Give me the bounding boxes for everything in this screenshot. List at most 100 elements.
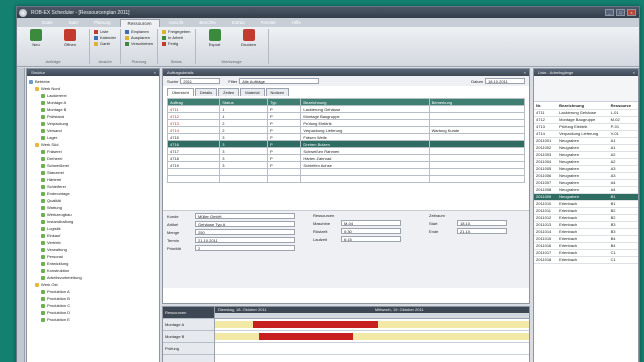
detail-tab[interactable]: Details bbox=[194, 88, 218, 96]
list-row[interactable]: 2011016 Erlenbach B4 bbox=[534, 242, 638, 250]
tab-hilfe[interactable]: Hilfe bbox=[285, 19, 308, 27]
tree-item[interactable]: Logistik bbox=[29, 225, 157, 232]
tree-item[interactable]: Werkzeugbau bbox=[29, 211, 157, 218]
table-row[interactable]: 4711 1 P Lackierung Gehäuse bbox=[166, 105, 526, 113]
tree-item[interactable]: Montage A bbox=[29, 99, 157, 106]
filter-select[interactable]: Alle Aufträge bbox=[239, 78, 320, 84]
table-row[interactable]: 4713 2 P Prüfung Elektrik bbox=[166, 119, 526, 127]
table-row[interactable]: 4712 1 P Montage Baugruppe bbox=[166, 112, 526, 120]
maximize-button[interactable]: □ bbox=[616, 9, 625, 16]
list-row[interactable]: 2011018 Erlenbach C1 bbox=[534, 256, 638, 264]
table-row[interactable]: 4719 3 P Schleifen Achse bbox=[166, 161, 526, 169]
table-row[interactable]: 4715 3 P Fräsen Welle bbox=[166, 133, 526, 141]
ribbon-list-item[interactable]: Einplanen bbox=[125, 29, 153, 34]
table-row[interactable]: 4716 3 P Drehen Bolzen bbox=[166, 140, 526, 148]
tree-item[interactable]: Qualität bbox=[29, 197, 157, 204]
close-button[interactable]: × bbox=[627, 9, 636, 16]
tree-item[interactable]: Produktion C bbox=[29, 302, 157, 309]
close-icon[interactable]: × bbox=[154, 70, 159, 75]
gantt-bar[interactable] bbox=[252, 321, 379, 328]
list-row[interactable]: 2011001 Neugraben A1 bbox=[534, 137, 638, 145]
list-row[interactable]: 2011015 Erlenbach B4 bbox=[534, 235, 638, 243]
list-row[interactable]: 2011006 Neugraben A3 bbox=[534, 172, 638, 180]
column-header[interactable]: Bezeichnung bbox=[300, 98, 430, 106]
tree-item[interactable]: Konstruktion bbox=[29, 267, 157, 274]
tree-item[interactable]: Stanzerei bbox=[29, 169, 157, 176]
list-row[interactable]: 4714 Verpackung Lieferung V-01 bbox=[534, 130, 638, 138]
tree-item[interactable]: Produktion B bbox=[29, 295, 157, 302]
list-row[interactable]: 2011003 Neugraben A2 bbox=[534, 151, 638, 159]
form-input[interactable]: Müller GmbH bbox=[195, 213, 295, 219]
list-row[interactable]: 2011004 Neugraben A2 bbox=[534, 158, 638, 166]
tree-item[interactable]: Verpackung bbox=[29, 120, 157, 127]
column-header[interactable]: Auftrag bbox=[166, 98, 221, 106]
column-header[interactable]: Bemerkung bbox=[428, 98, 526, 106]
ribbon-list-item[interactable]: Kalender bbox=[94, 35, 116, 40]
detail-tab[interactable]: Übersicht bbox=[167, 88, 194, 96]
column-header[interactable]: Status bbox=[219, 98, 268, 106]
tree-item[interactable]: Schweißerei bbox=[29, 162, 157, 169]
ribbon-list-item[interactable]: Gantt bbox=[94, 41, 116, 46]
form-input[interactable]: 21.10.2011 bbox=[195, 237, 295, 243]
tree-item[interactable]: Vertrieb bbox=[29, 239, 157, 246]
form-input[interactable]: Gehäuse Typ A bbox=[195, 221, 295, 227]
list-row[interactable]: 2011010 Erlenbach B1 bbox=[534, 200, 638, 208]
ribbon-list-item[interactable]: Verschieben bbox=[125, 41, 153, 46]
tree-item[interactable]: Produktion A bbox=[29, 288, 157, 295]
search-input[interactable]: 2011 bbox=[180, 78, 221, 84]
detail-tab[interactable]: Zeiten bbox=[218, 88, 240, 96]
table-row[interactable]: 4717 3 P Schweißen Rahmen bbox=[166, 147, 526, 155]
tree-item[interactable]: Dreherei bbox=[29, 155, 157, 162]
ribbon-list-item[interactable]: Liste bbox=[94, 29, 116, 34]
form-input[interactable]: 0:30 bbox=[341, 228, 401, 234]
list-row[interactable]: 2011011 Erlenbach B2 bbox=[534, 207, 638, 215]
tree-item[interactable]: Lackiererei bbox=[29, 92, 157, 99]
list-row[interactable]: 2011005 Neugraben A3 bbox=[534, 165, 638, 173]
tab-extras[interactable]: Extras bbox=[225, 19, 252, 27]
tree-item[interactable]: Lager bbox=[29, 134, 157, 141]
tree-item[interactable]: Werk Nord bbox=[29, 85, 157, 92]
tab-fenster[interactable]: Fenster bbox=[254, 19, 283, 27]
tree-item[interactable]: Werk Ost bbox=[29, 281, 157, 288]
ribbon-button[interactable]: Öffnen bbox=[55, 29, 85, 47]
tree-item[interactable]: Verwaltung bbox=[29, 246, 157, 253]
list-row[interactable]: 2011012 Erlenbach B2 bbox=[534, 214, 638, 222]
tree-item[interactable]: Versand bbox=[29, 127, 157, 134]
detail-tab[interactable]: Material bbox=[240, 88, 265, 96]
list-column-header[interactable]: Nr. bbox=[534, 102, 558, 110]
side-dock-strip[interactable] bbox=[17, 68, 25, 362]
app-logo-icon[interactable] bbox=[19, 9, 27, 17]
tab-planung[interactable]: Planung bbox=[87, 19, 118, 27]
tree-item[interactable]: Einkauf bbox=[29, 232, 157, 239]
table-row[interactable]: 4718 3 P Härten Zahnrad bbox=[166, 154, 526, 162]
minimize-button[interactable]: _ bbox=[605, 9, 614, 16]
ribbon-list-item[interactable]: In Arbeit bbox=[162, 35, 190, 40]
tree-item[interactable]: Werk Süd bbox=[29, 141, 157, 148]
tab-berichte[interactable]: Berichte bbox=[192, 19, 223, 27]
tree-item[interactable]: Instandhaltung bbox=[29, 218, 157, 225]
gantt-row-label[interactable]: Prüfung bbox=[163, 343, 214, 355]
ribbon-list-item[interactable]: Ausplanen bbox=[125, 35, 153, 40]
close-icon[interactable]: × bbox=[633, 70, 638, 75]
form-input[interactable]: 6:15 bbox=[341, 236, 401, 242]
detail-tab[interactable]: Notizen bbox=[265, 88, 290, 96]
list-row[interactable]: 2011017 Erlenbach C1 bbox=[534, 249, 638, 257]
ribbon-list-item[interactable]: Freigegeben bbox=[162, 29, 191, 34]
list-row[interactable]: 4712 Montage Baugruppe M-02 bbox=[534, 116, 638, 124]
close-icon[interactable]: × bbox=[524, 70, 529, 75]
gantt-bar[interactable] bbox=[258, 333, 354, 340]
form-input[interactable]: M-04 bbox=[341, 220, 401, 226]
tree-item[interactable]: Produktion D bbox=[29, 309, 157, 316]
tree-item[interactable]: Personal bbox=[29, 253, 157, 260]
form-input[interactable]: 250 bbox=[195, 229, 295, 235]
tab-ansicht[interactable]: Ansicht bbox=[162, 19, 191, 27]
table-row[interactable] bbox=[166, 175, 526, 183]
tree-item[interactable]: Montage B bbox=[29, 106, 157, 113]
ribbon-button[interactable]: Neu bbox=[21, 29, 51, 47]
ribbon-button[interactable]: Export bbox=[200, 29, 230, 47]
tree-item[interactable]: Härterei bbox=[29, 176, 157, 183]
table-row[interactable] bbox=[166, 168, 526, 176]
tree-item[interactable]: Prüfstand bbox=[29, 113, 157, 120]
table-row[interactable]: 4714 2 P Verpackung Lieferung Wartung Kunde bbox=[166, 126, 526, 134]
gantt-row-label[interactable]: Ressourcen bbox=[163, 307, 214, 319]
